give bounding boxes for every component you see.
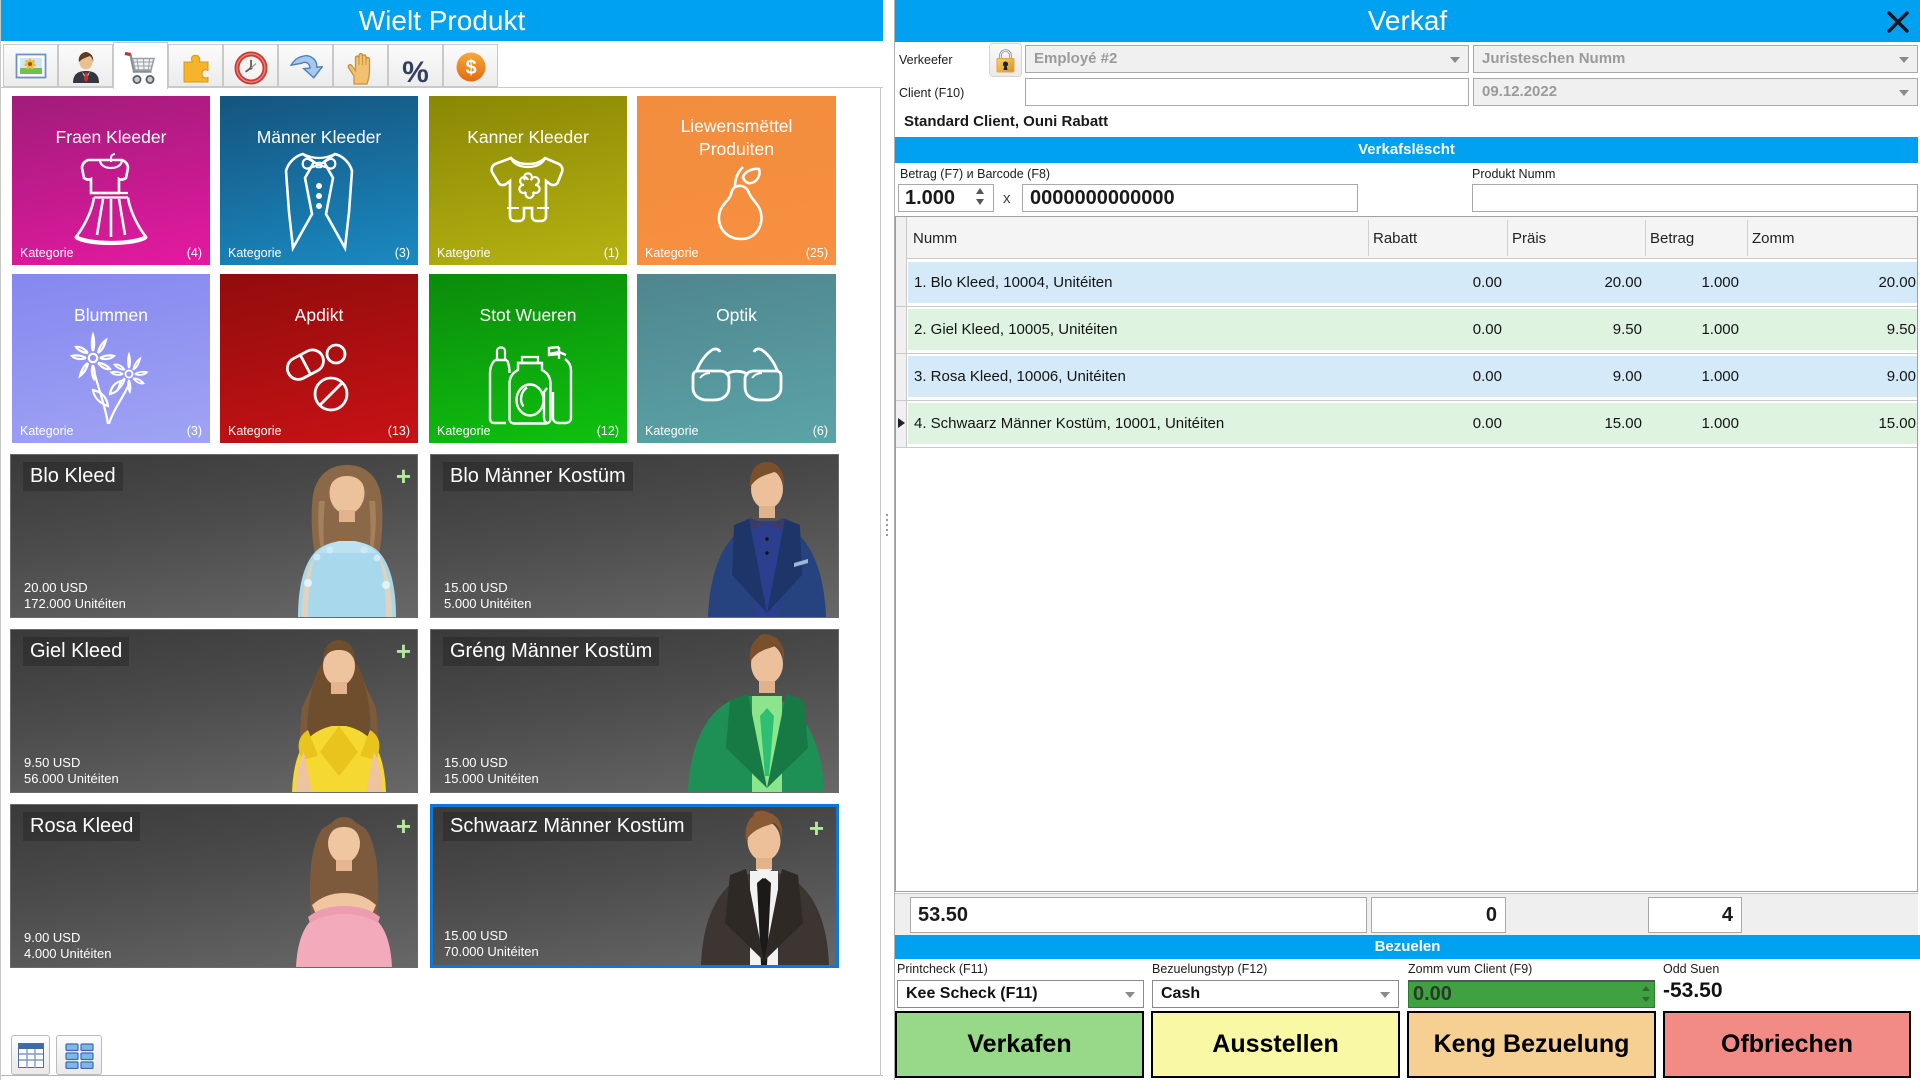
svg-text:$: $ [465, 57, 476, 79]
